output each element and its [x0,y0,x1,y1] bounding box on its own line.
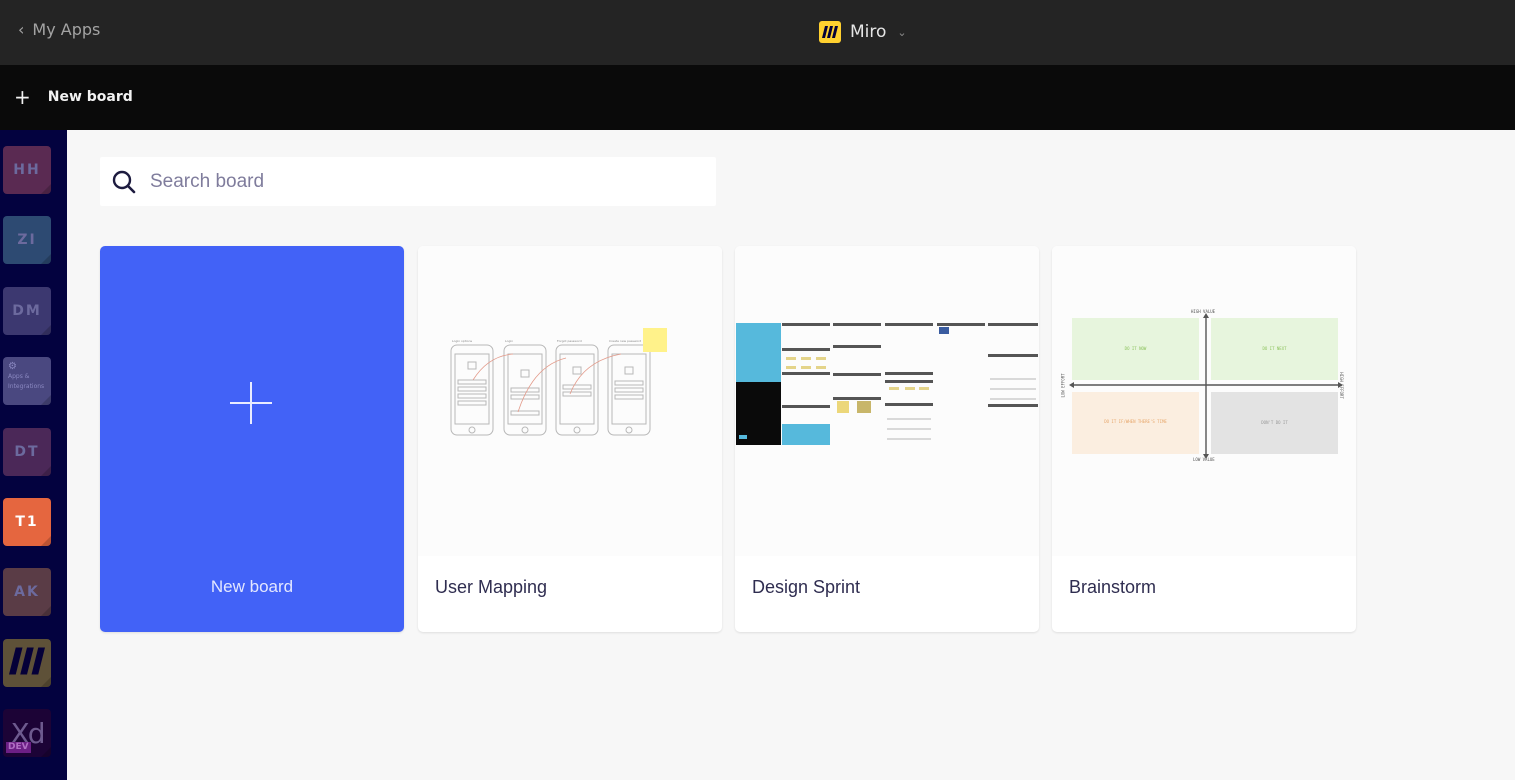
plug-icon: ⚙ [8,361,17,372]
board-thumbnail [735,246,1039,556]
svg-text:Login options: Login options [452,339,473,343]
axis-label-right: HIGH EFFORT [1338,372,1344,399]
team-initials: T1 [15,514,39,530]
team-tile-dm[interactable]: DM [3,287,51,335]
sprint-column [885,323,933,445]
app-name: Miro [850,22,887,42]
toolbar: + New board [0,65,1515,130]
svg-text:Forgot password: Forgot password [557,339,582,343]
matrix-axes [1069,313,1343,459]
miro-app-tile[interactable] [3,639,51,687]
apps-integrations-label: Apps & Integrations [8,373,45,390]
board-card-design-sprint[interactable]: Design Sprint [735,246,1039,632]
sprint-column [988,323,1038,445]
board-title: Design Sprint [752,577,861,597]
team-tile-dt[interactable]: DT [3,428,51,476]
sprint-column [937,323,985,445]
sticky-note [643,328,667,352]
board-title: Brainstorm [1069,577,1157,597]
team-tile-zi[interactable]: ZI [3,216,51,264]
team-tile-hh[interactable]: HH [3,146,51,194]
plus-icon: + [14,85,31,109]
new-board-toolbar-label: New board [47,89,133,105]
board-thumbnail: DO IT NOW DO IT NEXT DO IT IF/WHEN THERE… [1052,246,1356,556]
svg-text:Login: Login [505,339,513,343]
new-board-toolbar-button[interactable]: + New board [14,87,133,107]
dev-badge: DEV [6,742,31,753]
board-card-user-mapping[interactable]: Login options Login Forgot password Create… [418,246,722,632]
search-input[interactable] [150,170,690,193]
chevron-down-icon: ⌄ [897,25,907,39]
back-to-my-apps-link[interactable]: ‹ My Apps [18,20,100,39]
team-tile-ak[interactable]: AK [3,568,51,616]
team-initials: DT [14,444,40,460]
app-switcher[interactable]: Miro ⌄ [819,21,907,43]
team-initials: HH [13,162,41,178]
miro-logo-icon [9,644,45,682]
miro-logo-icon [819,21,841,43]
axis-label-left: LOW EFFORT [1060,373,1066,398]
axis-label-bottom: LOW VALUE [1193,457,1215,462]
sprint-column [833,323,881,445]
back-link-label: My Apps [32,20,101,39]
team-tile-t1[interactable]: T1 [3,498,51,546]
board-title: User Mapping [435,577,548,597]
svg-text:Create new password: Create new password [609,339,641,343]
sprint-column [782,323,830,445]
sprint-column [736,323,781,445]
plus-icon [230,382,272,424]
search-board-field[interactable] [100,157,716,206]
wireframe-flow-thumbnail: Login options Login Forgot password Create… [450,328,667,436]
chevron-left-icon: ‹ [18,20,25,39]
team-sidebar: HH ZI DM ⚙ Apps & Integrations DT T1 AK … [0,130,67,780]
team-initials: AK [14,584,40,600]
team-initials: ZI [17,232,37,248]
search-icon [112,170,136,193]
board-thumbnail: Login options Login Forgot password Create… [418,246,722,556]
top-bar: ‹ My Apps Miro ⌄ [0,0,1515,65]
new-board-card[interactable]: New board [100,246,404,632]
board-card-brainstorm[interactable]: DO IT NOW DO IT NEXT DO IT IF/WHEN THERE… [1052,246,1356,632]
apps-and-integrations-tile[interactable]: ⚙ Apps & Integrations [3,357,51,405]
axis-label-top: HIGH VALUE [1191,309,1216,314]
team-initials: DM [12,303,42,319]
new-board-card-label: New board [210,577,294,596]
adobe-xd-dev-tile[interactable]: Xd DEV [3,709,51,757]
